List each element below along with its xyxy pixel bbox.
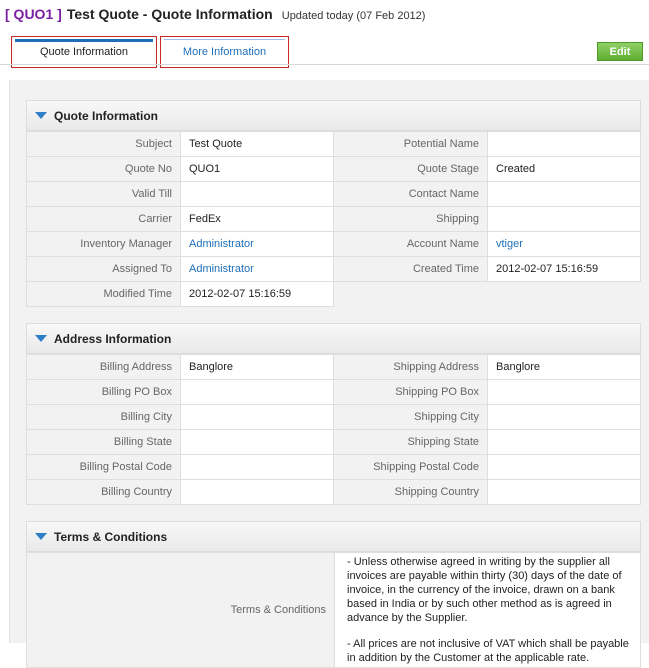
field-label: Valid Till — [26, 181, 181, 207]
field-label: Terms & Conditions — [26, 552, 335, 668]
field-label: Billing State — [26, 429, 181, 455]
field-value: Created — [487, 156, 641, 182]
field-label: Potential Name — [333, 131, 488, 157]
table-row: Modified Time 2012-02-07 15:16:59 — [26, 281, 641, 307]
empty-cell — [487, 281, 641, 307]
field-value: Administrator — [180, 231, 334, 257]
field-value — [180, 454, 334, 480]
assigned-to-link[interactable]: Administrator — [189, 263, 254, 275]
table-row: Assigned To Administrator Created Time 2… — [26, 256, 641, 282]
field-label: Billing City — [26, 404, 181, 430]
field-label: Shipping Postal Code — [333, 454, 488, 480]
table-row: Valid Till Contact Name — [26, 181, 641, 207]
tab-label: Quote Information — [39, 46, 129, 58]
terms-conditions-table: Terms & Conditions - Unless otherwise ag… — [26, 552, 641, 668]
field-label: Carrier — [26, 206, 181, 232]
field-value: vtiger — [487, 231, 641, 257]
terms-text: - Unless otherwise agreed in writing by … — [334, 552, 641, 668]
field-value — [487, 206, 641, 232]
address-information-block: Address Information Billing Address Bang… — [26, 323, 641, 505]
field-value: FedEx — [180, 206, 334, 232]
table-row: Billing Postal Code Shipping Postal Code — [26, 454, 641, 480]
field-value — [487, 429, 641, 455]
field-label: Quote Stage — [333, 156, 488, 182]
empty-cell — [333, 281, 488, 307]
field-label: Shipping PO Box — [333, 379, 488, 405]
field-value: Banglore — [180, 354, 334, 380]
quote-information-block: Quote Information Subject Test Quote Pot… — [26, 100, 641, 307]
block-title: Terms & Conditions — [54, 529, 168, 544]
quote-information-table: Subject Test Quote Potential Name Quote … — [26, 131, 641, 307]
field-label: Subject — [26, 131, 181, 157]
tab-divider — [0, 64, 649, 65]
address-information-header[interactable]: Address Information — [26, 323, 641, 354]
account-name-link[interactable]: vtiger — [496, 238, 523, 250]
field-label: Billing Address — [26, 354, 181, 380]
table-row: Quote No QUO1 Quote Stage Created — [26, 156, 641, 182]
field-label: Modified Time — [26, 281, 181, 307]
field-value — [180, 379, 334, 405]
field-label: Billing Country — [26, 479, 181, 505]
field-value — [180, 479, 334, 505]
field-label: Billing Postal Code — [26, 454, 181, 480]
table-row: Billing Address Banglore Shipping Addres… — [26, 354, 641, 380]
field-value — [487, 181, 641, 207]
field-value — [180, 404, 334, 430]
collapse-triangle-icon[interactable] — [35, 112, 47, 119]
field-value — [487, 404, 641, 430]
field-value — [180, 181, 334, 207]
field-label: Assigned To — [26, 256, 181, 282]
terms-conditions-header[interactable]: Terms & Conditions — [26, 521, 641, 552]
table-row: Carrier FedEx Shipping — [26, 206, 641, 232]
edit-button[interactable]: Edit — [597, 42, 643, 61]
field-value: Administrator — [180, 256, 334, 282]
tab-label: More Information — [182, 46, 267, 58]
field-label: Shipping — [333, 206, 488, 232]
record-id: [ QUO1 ] — [5, 6, 62, 22]
field-value: Test Quote — [180, 131, 334, 157]
table-row: Billing State Shipping State — [26, 429, 641, 455]
table-row: Inventory Manager Administrator Account … — [26, 231, 641, 257]
field-label: Account Name — [333, 231, 488, 257]
field-value — [487, 479, 641, 505]
updated-timestamp: Updated today (07 Feb 2012) — [281, 10, 426, 22]
field-value: 2012-02-07 15:16:59 — [180, 281, 334, 307]
field-value: QUO1 — [180, 156, 334, 182]
block-title: Address Information — [54, 331, 172, 346]
collapse-triangle-icon[interactable] — [35, 335, 47, 342]
field-label: Created Time — [333, 256, 488, 282]
field-label: Shipping City — [333, 404, 488, 430]
terms-paragraph: - Unless otherwise agreed in writing by … — [347, 556, 622, 624]
record-header: [ QUO1 ] Test Quote - Quote Information … — [5, 6, 425, 22]
collapse-triangle-icon[interactable] — [35, 533, 47, 540]
table-row: Terms & Conditions - Unless otherwise ag… — [26, 552, 641, 668]
table-row: Billing Country Shipping Country — [26, 479, 641, 505]
field-label: Inventory Manager — [26, 231, 181, 257]
field-label: Billing PO Box — [26, 379, 181, 405]
address-information-table: Billing Address Banglore Shipping Addres… — [26, 354, 641, 505]
field-value — [487, 131, 641, 157]
field-label: Contact Name — [333, 181, 488, 207]
inventory-manager-link[interactable]: Administrator — [189, 238, 254, 250]
field-label: Quote No — [26, 156, 181, 182]
page-title: Test Quote - Quote Information — [66, 6, 273, 22]
table-row: Subject Test Quote Potential Name — [26, 131, 641, 157]
table-row: Billing PO Box Shipping PO Box — [26, 379, 641, 405]
field-value — [487, 379, 641, 405]
field-label: Shipping State — [333, 429, 488, 455]
field-label: Shipping Address — [333, 354, 488, 380]
terms-conditions-block: Terms & Conditions Terms & Conditions - … — [26, 521, 641, 668]
table-row: Billing City Shipping City — [26, 404, 641, 430]
field-value: Banglore — [487, 354, 641, 380]
block-title: Quote Information — [54, 108, 158, 123]
field-label: Shipping Country — [333, 479, 488, 505]
field-value — [180, 429, 334, 455]
field-value: 2012-02-07 15:16:59 — [487, 256, 641, 282]
quote-information-header[interactable]: Quote Information — [26, 100, 641, 131]
terms-paragraph: - All prices are not inclusive of VAT wh… — [347, 638, 629, 664]
field-value — [487, 454, 641, 480]
